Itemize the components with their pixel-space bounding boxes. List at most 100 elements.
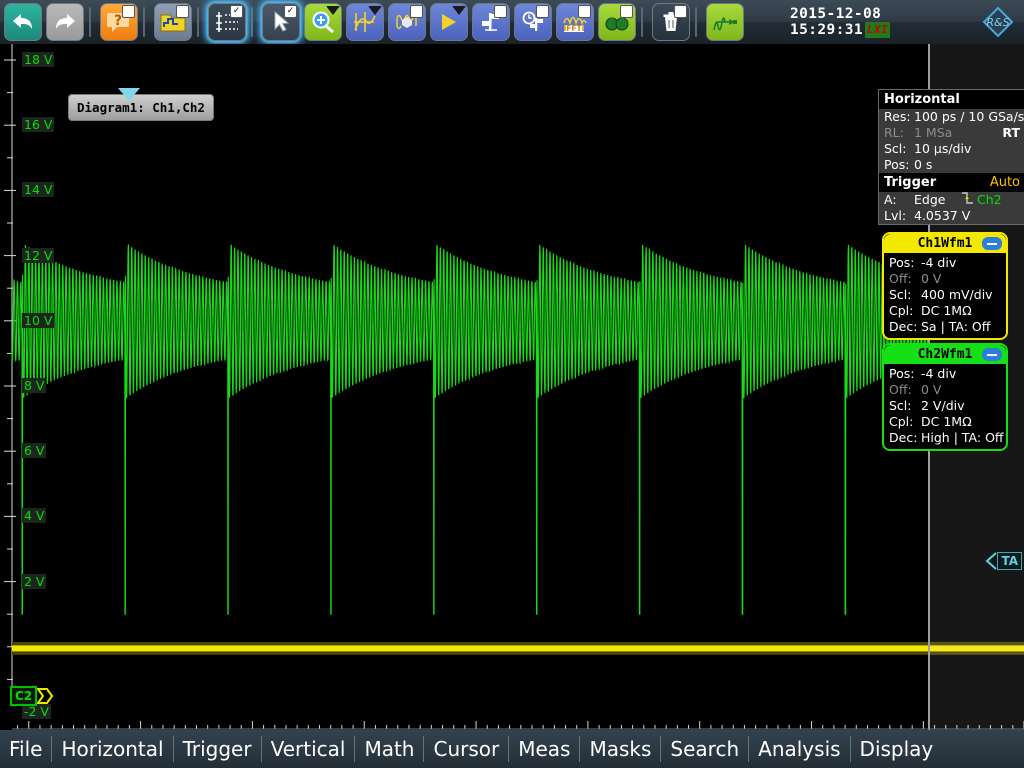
minus-icon [987,242,997,245]
menu-item-meas[interactable]: Meas [509,738,579,760]
trigger-a-key: A: [884,192,897,207]
pointer-tool-button[interactable]: ✓ [262,3,300,41]
ch1-cpl-key: Cpl: [889,303,914,318]
y-axis-label: 2 V [22,573,47,589]
rl-value: 1 MSa [914,125,953,140]
menu-item-cursor[interactable]: Cursor [424,738,508,760]
help-badge [122,5,135,18]
ch1-pos-value: -4 div [921,255,957,270]
pointer-badge: ✓ [284,5,297,18]
search-button[interactable] [598,3,636,41]
ch2-title: Ch2Wfm1 [917,347,973,362]
toolbar-separator-1 [89,7,91,37]
horizontal-scale-row: Scl: 10 µs/div [879,141,1024,157]
trigger-panel-header: Trigger Auto [879,173,1024,192]
menu-item-display[interactable]: Display [851,738,943,760]
ch2-scl-key: Scl: [889,398,912,413]
time-text: 15:29:31 [790,22,864,38]
trigger-a-source: Ch2 [977,192,1002,207]
hpos-value: 0 s [914,157,933,172]
rohde-schwarz-logo-icon: R&S [982,6,1014,38]
timing-badge [536,5,549,18]
ch2-panel-body: Pos: -4 div Off: 0 V Scl: 2 V/div Cpl: D… [884,364,1006,449]
hscl-value: 10 µs/div [914,141,972,156]
trigger-a-type: Edge [914,192,946,207]
ch1-pos-key: Pos: [889,255,915,270]
zoom-button[interactable] [304,3,342,41]
menu-item-file[interactable]: File [0,738,51,760]
menu-item-trigger[interactable]: Trigger [174,738,261,760]
y-axis-label: 10 V [22,312,55,328]
trigger-a-row: A: Edge Ch2 [879,192,1024,208]
ch2-scl-value: 2 V/div [921,398,965,413]
ch1-waveform-trace [12,641,1024,655]
ch1-scl-key: Scl: [889,287,912,302]
trigger-button[interactable] [472,3,510,41]
trigger-level-row: Lvl: 4.0537 V [879,208,1024,224]
toolbar-separator-3 [197,7,199,37]
probe-button[interactable] [706,3,744,41]
fft-button[interactable]: IFFTI [556,3,594,41]
ch2-marker-label: C2 [10,686,38,706]
ch1-waveform-panel[interactable]: Ch1Wfm1 Pos: -4 div Off: 0 V Scl: 400 mV… [882,232,1008,340]
ch2-coupling-row: Cpl: DC 1MΩ [884,414,1006,430]
toolbar-separator-6 [695,7,697,37]
open-file-button[interactable] [154,3,192,41]
horizontal-resolution-row: Res: 100 ps / 10 GSa/s [879,109,1024,125]
zoom-badge [326,6,340,15]
redo-button[interactable] [46,3,84,41]
ch2-cpl-key: Cpl: [889,414,914,429]
waveform-diagram[interactable]: 18 V16 V14 V12 V10 V8 V6 V4 V2 V-2 V 0 s… [0,44,1024,755]
trigger-mode: Auto [989,175,1020,190]
run-button[interactable] [430,3,468,41]
timing-button[interactable] [514,3,552,41]
ch1-panel-header[interactable]: Ch1Wfm1 [884,234,1006,253]
menu-item-search[interactable]: Search [661,738,748,760]
y-axis-label: 16 V [22,117,55,133]
ch2-minimize-button[interactable] [982,348,1002,361]
menu-item-horizontal[interactable]: Horizontal [52,738,172,760]
menu-item-masks[interactable]: Masks [580,738,660,760]
setup-button[interactable]: ✓ [208,3,246,41]
hscl-key: Scl: [884,141,907,156]
y-axis-label: 6 V [22,443,47,459]
svg-text:?: ? [114,13,122,29]
ch1-cpl-value: DC 1MΩ [921,303,972,318]
delete-button[interactable] [652,3,690,41]
help-button[interactable]: ? [100,3,138,41]
res-key: Res: [884,109,911,124]
x-axis-ticks [12,721,1024,730]
minus-icon [987,353,997,356]
ch1-dec-key: Dec: [889,319,918,334]
ch1-coupling-row: Cpl: DC 1MΩ [884,303,1006,319]
ch1-panel-body: Pos: -4 div Off: 0 V Scl: 400 mV/div Cpl… [884,253,1006,338]
autoset-badge [368,6,382,15]
ch2-position-marker[interactable]: C2 [10,685,54,707]
y-axis-label: 12 V [22,247,55,263]
run-badge [452,6,466,15]
undo-button[interactable] [4,3,42,41]
y-axis-label: 14 V [22,182,55,198]
ch2-off-key: Off: [889,382,912,397]
menu-item-math[interactable]: Math [355,738,423,760]
menu-item-analysis[interactable]: Analysis [749,738,849,760]
autoset-button[interactable] [346,3,384,41]
ta-marker-arrow-icon [985,552,998,570]
y-axis-label: 8 V [22,378,47,393]
horizontal-trigger-panel[interactable]: Horizontal Res: 100 ps / 10 GSa/s RL: 1 … [878,89,1024,225]
persistence-button[interactable] [388,3,426,41]
trigger-badge [494,5,507,18]
trigger-arm-marker[interactable]: TA [985,552,1022,570]
trigger-lvl-value: 4.0537 V [914,208,971,223]
ch1-decimation-row: Dec: Sa | TA: Off [884,319,1006,335]
undo-arrow-icon [13,14,32,29]
ch2-waveform-panel[interactable]: Ch2Wfm1 Pos: -4 div Off: 0 V Scl: 2 V/di… [882,343,1008,451]
setup-badge: ✓ [230,5,243,18]
ch2-cpl-value: DC 1MΩ [921,414,972,429]
horizontal-recordlength-row: RL: 1 MSa RT [879,125,1024,141]
fft-badge [578,5,591,18]
ch1-minimize-button[interactable] [982,237,1002,250]
menu-item-vertical[interactable]: Vertical [262,738,355,760]
ch2-panel-header[interactable]: Ch2Wfm1 [884,345,1006,364]
diagram-tab[interactable]: Diagram1: Ch1,Ch2 [68,94,214,121]
